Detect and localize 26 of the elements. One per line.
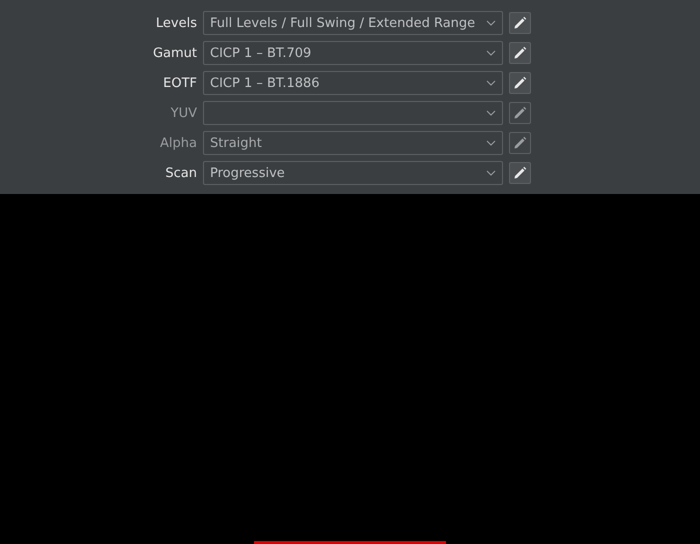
edit-button[interactable] <box>509 12 531 34</box>
edit-button[interactable] <box>509 162 531 184</box>
pencil-icon <box>513 166 527 180</box>
dropdown[interactable]: CICP 1 – BT.1886 <box>203 71 503 95</box>
field-label: Gamut <box>152 46 198 60</box>
field-label: Levels <box>154 16 198 30</box>
pencil-icon <box>513 106 527 120</box>
caret-icon <box>486 80 496 86</box>
field-label: EOTF <box>162 76 198 90</box>
edit-button[interactable] <box>509 42 531 64</box>
caret-icon <box>486 170 496 176</box>
field-label: Alpha <box>159 136 198 150</box>
pencil-icon <box>513 76 527 90</box>
field-label: YUV <box>170 106 198 120</box>
edit-button[interactable] <box>509 72 531 94</box>
dropdown[interactable]: Progressive <box>203 161 503 185</box>
dropdown[interactable]: CICP 1 – BT.709 <box>203 41 503 65</box>
caret-icon <box>486 140 496 146</box>
dropdown[interactable]: Full Levels / Full Swing / Extended Range <box>203 11 503 35</box>
field-label: Scan <box>164 166 198 180</box>
caret-icon <box>486 50 496 56</box>
pencil-icon <box>513 46 527 60</box>
pencil-icon <box>513 136 527 150</box>
caret-icon <box>486 20 496 26</box>
caret-icon <box>486 110 496 116</box>
pencil-icon <box>513 16 527 30</box>
